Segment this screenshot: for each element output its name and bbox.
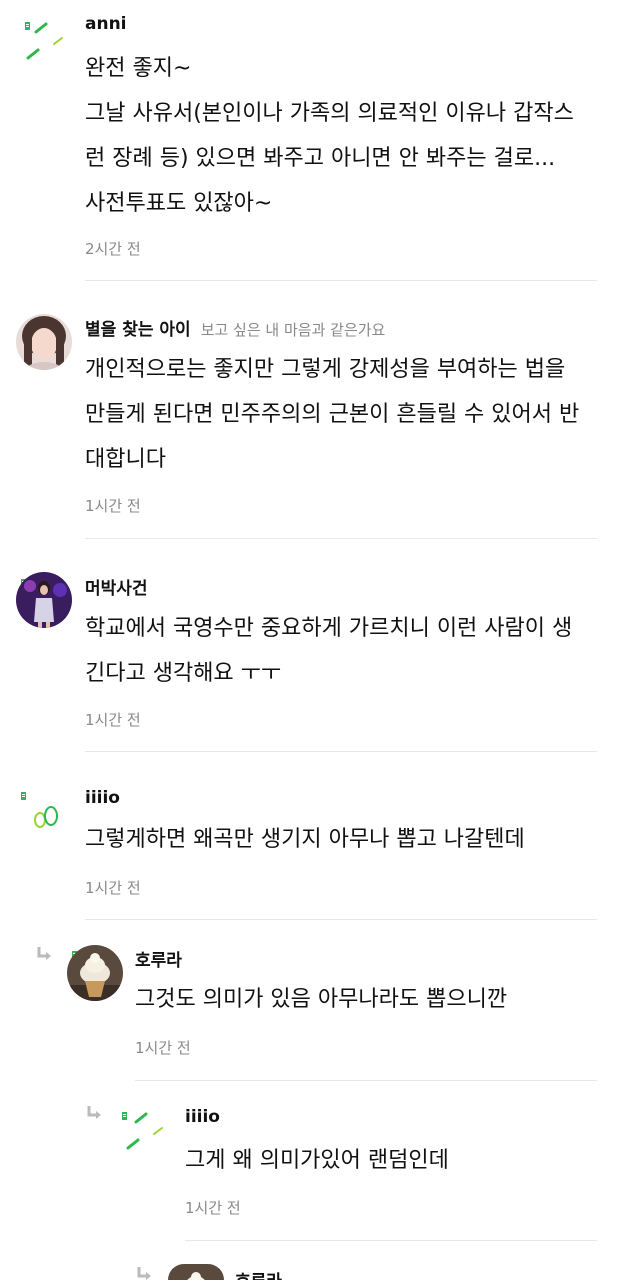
comment-nickname[interactable]: iiiio (85, 788, 120, 808)
reply-arrow-icon (36, 946, 54, 962)
comment-line: 그렇게하면 왜곡만 생기지 아무나 뽑고 나갈텐데 (85, 827, 525, 852)
user-avatar[interactable] (168, 1264, 224, 1280)
comment-nickname[interactable]: 호루라 (135, 946, 182, 971)
comment-body: 그렇게하면 왜곡만 생기지 아무나 뽑고 나갈텐데 (85, 817, 625, 862)
comment-line: 그게 왜 의미가있어 랜덤인데 (185, 1148, 449, 1173)
comment-line: 긴다고 생각해요 ㅜㅜ (85, 661, 282, 686)
green-circles-icon (34, 806, 58, 828)
green-dash-icon (26, 22, 63, 60)
comment-body: 그게 왜 의미가있어 랜덤인데 (185, 1138, 625, 1183)
comment-line: 만들게 된다면 민주주의의 근본이 흔들릴 수 있어서 반 (85, 402, 580, 427)
comment-line: 사전투표도 있잖아~ (85, 191, 273, 216)
comment-line: 런 장례 등) 있으면 봐주고 아니면 안 봐주는 걸로... (85, 146, 556, 171)
user-avatar[interactable] (16, 572, 72, 628)
reply-arrow-icon (136, 1266, 154, 1280)
comment-line: 그날 사유서(본인이나 가족의 의료적인 이유나 갑작스 (85, 101, 574, 126)
comment-body: 개인적으로는 좋지만 그렇게 강제성을 부여하는 법을 만들게 된다면 민주주의… (85, 347, 625, 482)
comment-time: 2시간 전 (85, 240, 141, 258)
comment-line: 완전 좋지~ (85, 56, 192, 81)
girl-photo-avatar (16, 314, 72, 370)
green-dash-icon (126, 1112, 163, 1150)
comment-time: 1시간 전 (185, 1199, 241, 1217)
user-avatar[interactable] (18, 14, 74, 70)
user-avatar[interactable] (118, 1104, 174, 1160)
comment-time: 1시간 전 (85, 879, 141, 897)
comment-time: 1시간 전 (85, 497, 141, 515)
profile-message: 보고 싶은 내 마음과 같은가요 (200, 321, 386, 339)
comment-nickname[interactable]: iiiio (185, 1107, 220, 1127)
comment-line: 그것도 의미가 있음 아무나라도 뽑으니깐 (135, 987, 508, 1012)
comment-nickname[interactable]: 호루라 (235, 1267, 282, 1280)
comment-time: 1시간 전 (85, 711, 141, 729)
comment-nickname[interactable]: anni (85, 14, 127, 34)
comment-body: 학교에서 국영수만 중요하게 가르치니 이런 사람이 생 긴다고 생각해요 ㅜㅜ (85, 606, 625, 696)
user-avatar[interactable] (16, 314, 72, 370)
comment-line: 학교에서 국영수만 중요하게 가르치니 이런 사람이 생 (85, 616, 573, 641)
reply-arrow-icon (86, 1105, 104, 1121)
comment-list: anni 완전 좋지~ 그날 사유서(본인이나 가족의 의료적인 이유나 갑작스… (0, 0, 640, 1280)
comment-line: 대합니다 (85, 447, 166, 472)
stage-photo-avatar (16, 572, 72, 628)
comment-body: 완전 좋지~ 그날 사유서(본인이나 가족의 의료적인 이유나 갑작스 런 장례… (85, 46, 625, 226)
comment-time: 1시간 전 (135, 1039, 191, 1057)
ice-cream-photo-avatar (168, 1264, 224, 1280)
comment-body: 그것도 의미가 있음 아무나라도 뽑으니깐 (135, 977, 625, 1022)
comment-nickname[interactable]: 별을 찾는 아이 보고 싶은 내 마음과 같은가요 (85, 315, 385, 340)
nickname-text[interactable]: 별을 찾는 아이 (85, 320, 191, 340)
comment-nickname[interactable]: 머박사건 (85, 574, 148, 599)
user-avatar[interactable] (18, 788, 74, 844)
ice-cream-photo-avatar (67, 945, 123, 1001)
user-avatar[interactable] (67, 945, 123, 1001)
comment-line: 개인적으로는 좋지만 그렇게 강제성을 부여하는 법을 (85, 357, 566, 382)
